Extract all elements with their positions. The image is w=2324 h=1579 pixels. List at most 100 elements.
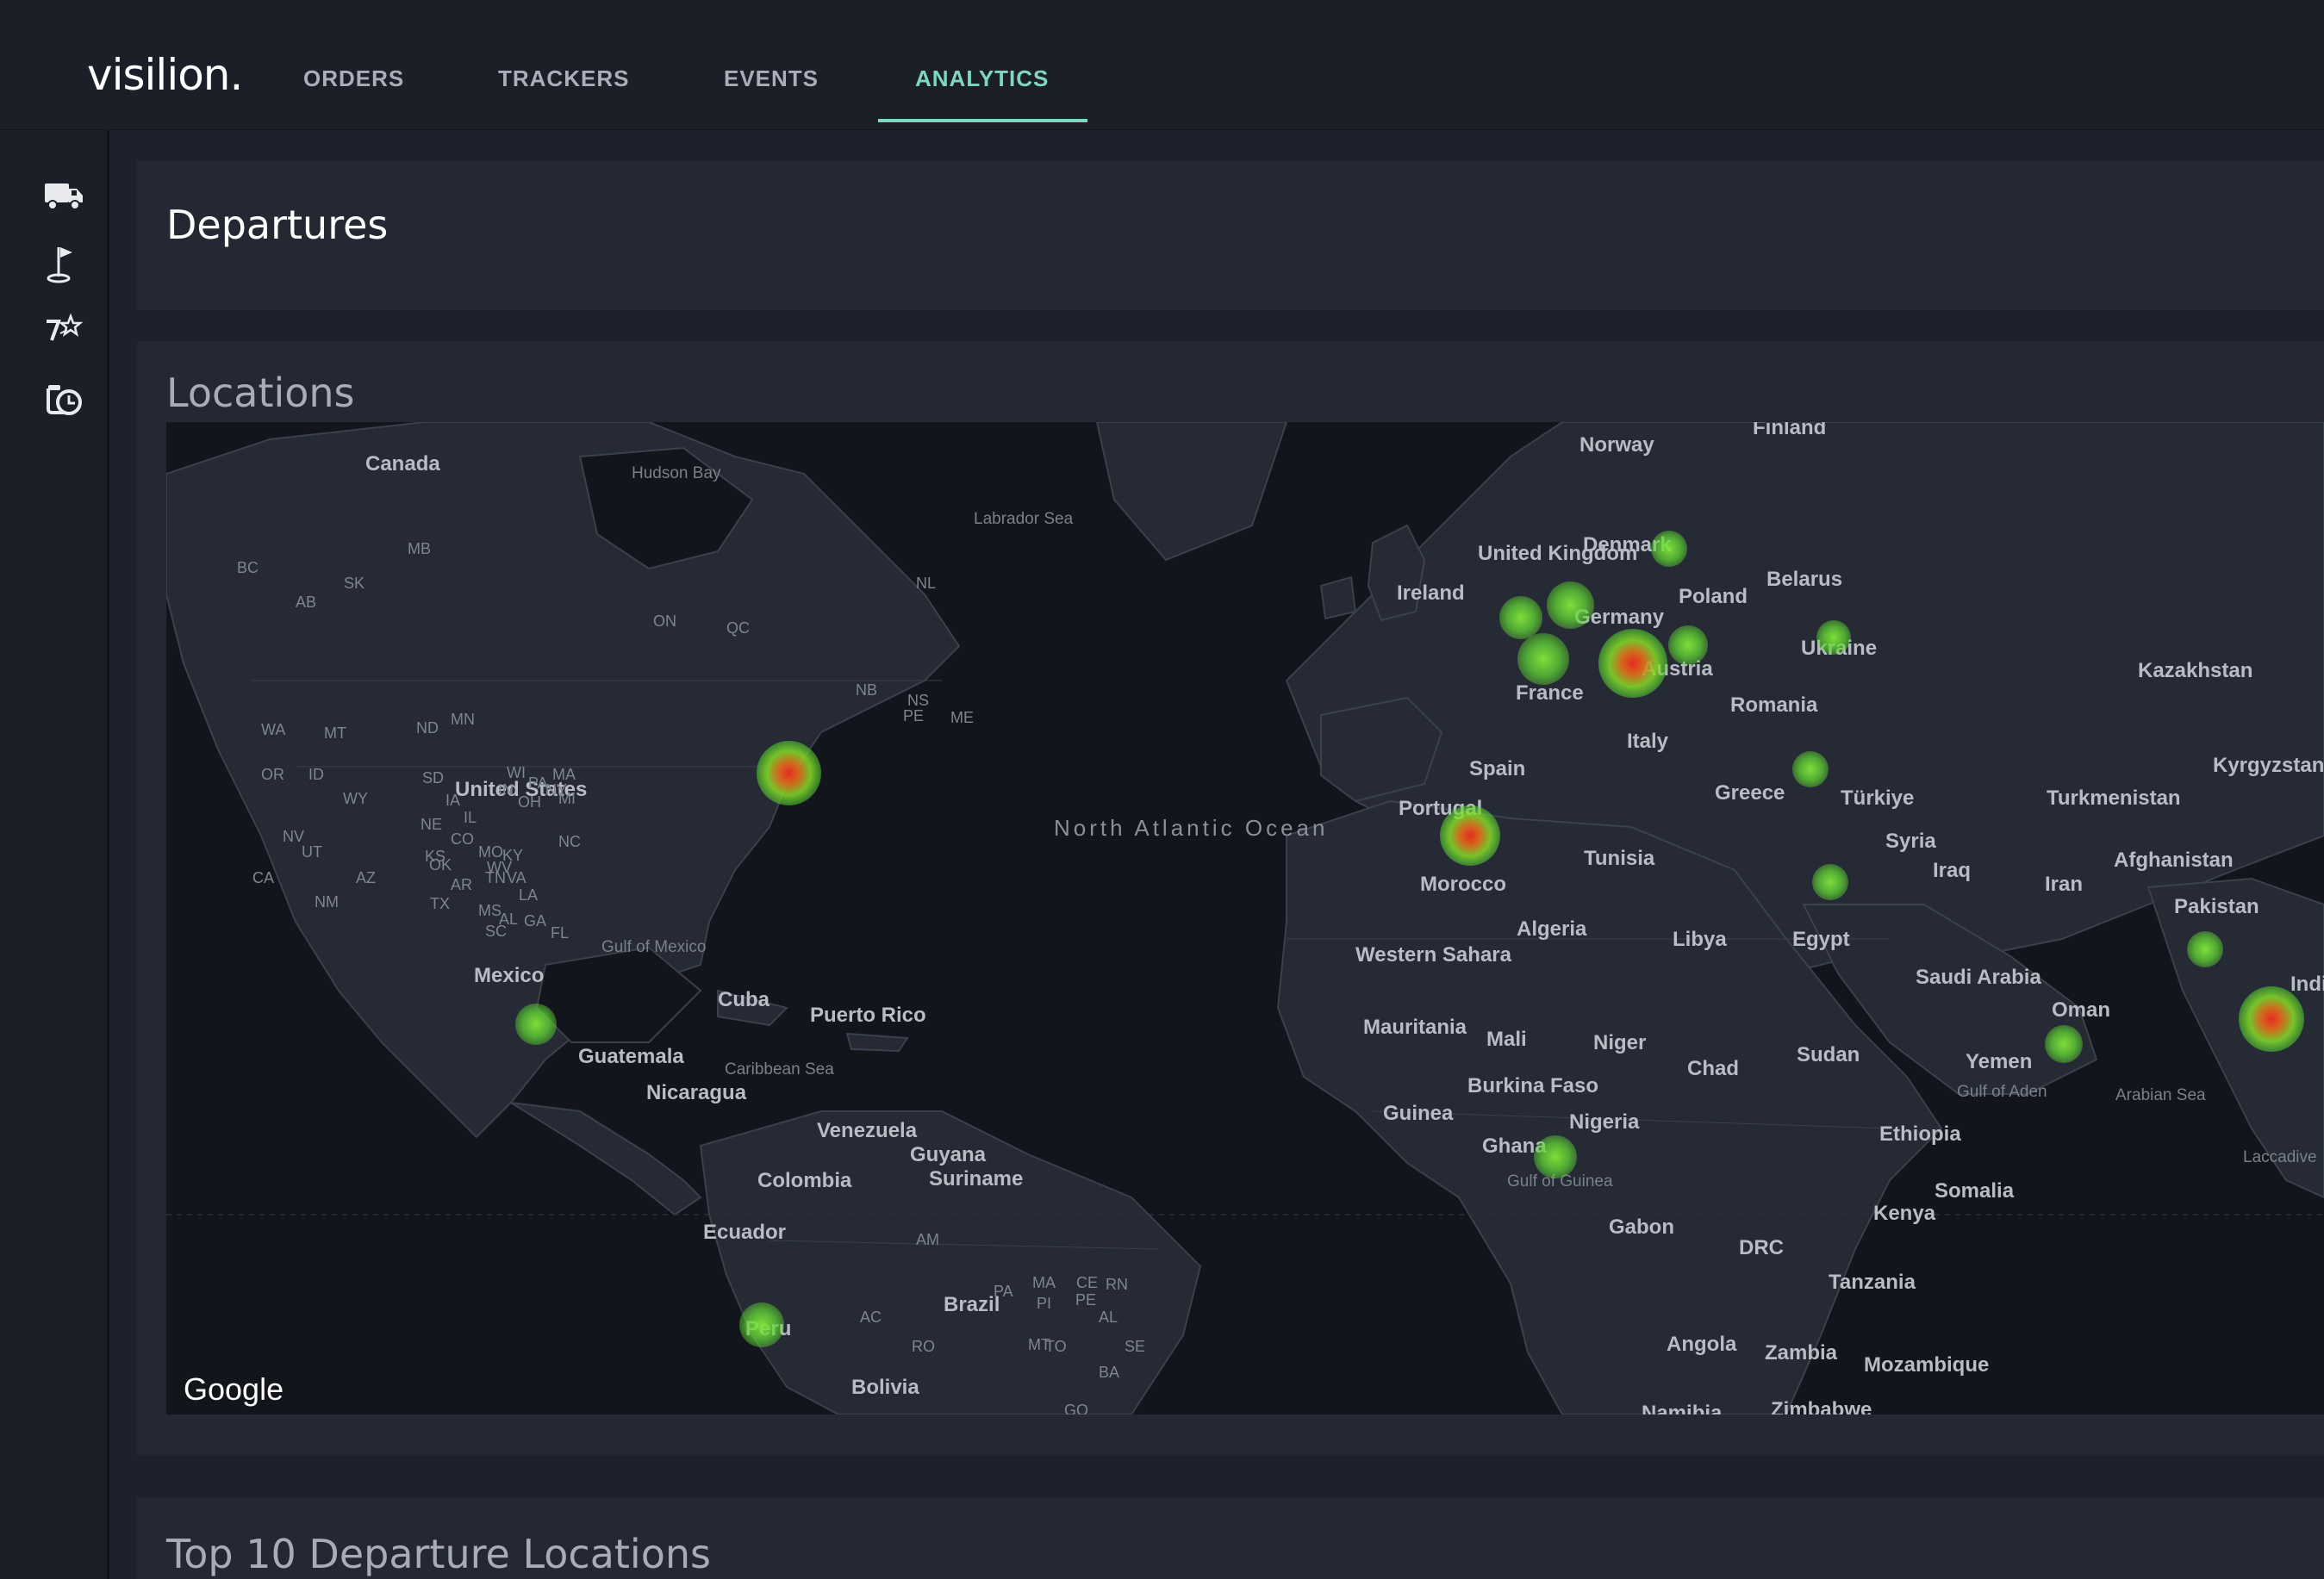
map-label-libya: Libya: [1673, 928, 1727, 951]
map-label-brazil: Brazil: [944, 1293, 1000, 1316]
map-label-romania: Romania: [1730, 693, 1818, 717]
heatspot-egypt[interactable]: [1812, 864, 1848, 900]
state-code-label: OK: [429, 856, 452, 873]
state-code-label: RN: [1106, 1276, 1128, 1293]
state-code-label: SC: [485, 923, 508, 940]
state-code-label: VA: [507, 869, 526, 886]
state-code-label: NC: [558, 833, 581, 850]
state-code-label: ME: [950, 709, 974, 726]
state-code-label: AB: [296, 594, 317, 611]
state-code-label: NM: [315, 893, 339, 911]
map-label-guyana: Guyana: [910, 1143, 987, 1166]
map-label-gulf-of-aden: Gulf of Aden: [1957, 1083, 2047, 1101]
state-code-label: PE: [903, 707, 925, 724]
map-label-niger: Niger: [1593, 1031, 1647, 1054]
state-code-label: QC: [726, 619, 750, 637]
map-label-france: France: [1516, 681, 1584, 705]
map-label-algeria: Algeria: [1517, 917, 1587, 941]
heatspot-new-york[interactable]: [757, 741, 821, 805]
heatmap-world-map[interactable]: Canada Hudson Bay Labrador Sea United St…: [166, 422, 2324, 1414]
state-code-label: PA: [994, 1283, 1013, 1300]
truck-icon[interactable]: [41, 173, 86, 218]
state-code-label: NB: [856, 681, 878, 699]
state-code-label: ND: [416, 719, 439, 737]
heatspot-austria[interactable]: [1598, 629, 1667, 698]
map-label-kyrgyzstan: Kyrgyzstan: [2213, 754, 2324, 777]
heatspot-czech[interactable]: [1668, 625, 1708, 665]
state-code-label: AZ: [356, 869, 377, 886]
state-code-label: AM: [916, 1231, 939, 1248]
heatspot-netherlands[interactable]: [1547, 581, 1594, 629]
state-code-label: CO: [451, 830, 474, 848]
map-label-tanzania: Tanzania: [1829, 1271, 1916, 1294]
heatspot-greece[interactable]: [1792, 751, 1829, 787]
heatspot-portugal[interactable]: [1440, 805, 1500, 866]
events-icon[interactable]: [41, 309, 86, 354]
heatspot-uk[interactable]: [1499, 596, 1542, 639]
heatspot-peru[interactable]: [739, 1302, 784, 1347]
state-code-label: TN: [485, 869, 506, 886]
map-label-spain: Spain: [1469, 757, 1526, 780]
heatspot-ukraine[interactable]: [1816, 620, 1851, 655]
map-label-arabian-sea: Arabian Sea: [2115, 1086, 2206, 1104]
heatspot-oman[interactable]: [2045, 1025, 2083, 1063]
app-logo[interactable]: visilion.: [87, 50, 243, 100]
heatspot-france[interactable]: [1517, 633, 1569, 685]
state-code-label: TO: [1045, 1338, 1067, 1355]
map-label-egypt: Egypt: [1792, 928, 1850, 951]
map-label-finland: Finland: [1753, 422, 1827, 439]
map-label-mozambique: Mozambique: [1864, 1353, 1990, 1377]
state-code-label: PE: [1075, 1291, 1097, 1309]
state-code-label: TX: [430, 895, 451, 912]
state-code-label: NY: [545, 781, 568, 799]
departures-panel: Departures: [137, 160, 2324, 310]
locations-title: Locations: [166, 370, 355, 416]
map-label-puerto-rico: Puerto Rico: [810, 1004, 926, 1027]
state-code-label: CE: [1076, 1274, 1099, 1291]
map-label-mexico: Mexico: [474, 964, 545, 987]
map-label-north-atlantic: North Atlantic Ocean: [1054, 815, 1329, 841]
state-code-label: GO: [1064, 1402, 1089, 1414]
active-tab-indicator: [878, 119, 1087, 122]
heatspot-mexico[interactable]: [515, 1004, 557, 1045]
state-code-label: MG: [1106, 1413, 1131, 1414]
map-label-greece: Greece: [1715, 781, 1785, 805]
state-code-label: MB: [408, 540, 431, 557]
state-code-label: AC: [860, 1309, 882, 1326]
map-label-drc: DRC: [1739, 1236, 1784, 1259]
heatspot-ghana[interactable]: [1534, 1135, 1577, 1178]
map-label-ethiopia: Ethiopia: [1879, 1122, 1961, 1146]
state-code-label: FL: [551, 924, 570, 942]
tab-analytics[interactable]: ANALYTICS: [915, 65, 1049, 92]
heatspot-denmark[interactable]: [1651, 531, 1687, 567]
map-label-iran: Iran: [2045, 873, 2084, 896]
map-label-western-sahara: Western Sahara: [1355, 943, 1511, 967]
map-label-canada: Canada: [365, 452, 440, 476]
map-label-hudson-bay: Hudson Bay: [632, 464, 721, 482]
map-label-india: India: [2290, 973, 2324, 996]
map-label-colombia: Colombia: [757, 1169, 852, 1192]
tab-events[interactable]: EVENTS: [724, 65, 819, 92]
map-label-angola: Angola: [1667, 1333, 1737, 1356]
map-label-guinea: Guinea: [1383, 1102, 1454, 1125]
flag-icon[interactable]: [41, 240, 86, 285]
map-label-cuba: Cuba: [718, 988, 769, 1011]
map-label-sudan: Sudan: [1797, 1043, 1860, 1066]
timer-icon[interactable]: [41, 376, 86, 421]
map-label-morocco: Morocco: [1420, 873, 1507, 896]
heatspot-karachi[interactable]: [2187, 931, 2223, 967]
tab-trackers[interactable]: TRACKERS: [498, 65, 629, 92]
top10-panel: Top 10 Departure Locations: [137, 1498, 2324, 1579]
tab-orders[interactable]: ORDERS: [303, 65, 404, 92]
map-label-namibia: Namibia: [1642, 1402, 1723, 1414]
state-code-label: IA: [445, 792, 461, 809]
map-label-mauritania: Mauritania: [1363, 1016, 1467, 1039]
map-label-norway: Norway: [1579, 433, 1654, 457]
map-label-bolivia: Bolivia: [851, 1376, 919, 1399]
state-code-label: MA: [552, 766, 576, 783]
google-attribution: Google: [184, 1371, 284, 1407]
heatspot-india[interactable]: [2239, 986, 2304, 1052]
top10-title: Top 10 Departure Locations: [166, 1531, 711, 1577]
state-code-label: MT: [324, 724, 346, 742]
map-label-somalia: Somalia: [1935, 1179, 2015, 1203]
